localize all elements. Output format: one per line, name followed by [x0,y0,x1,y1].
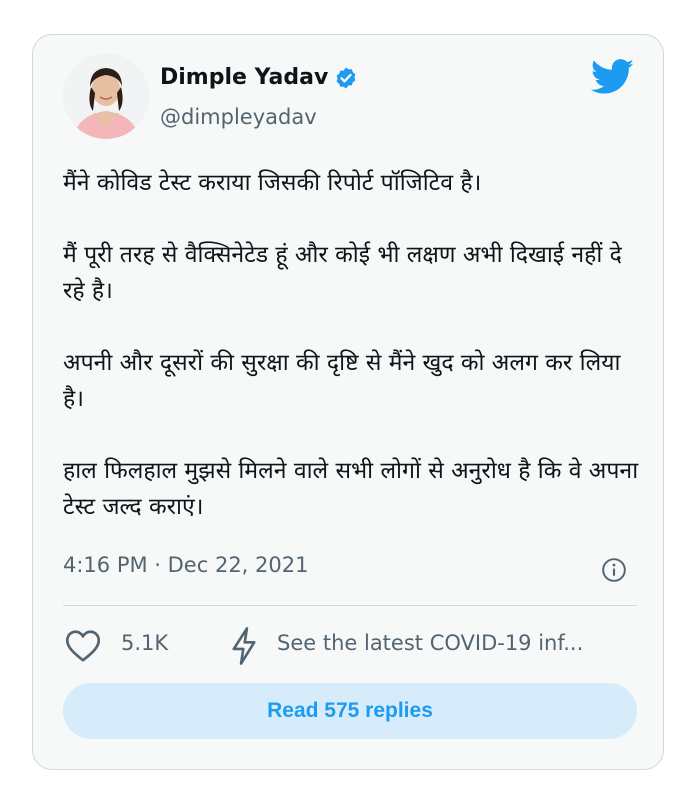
read-replies-button[interactable]: Read 575 replies [63,683,637,739]
info-icon[interactable] [601,557,627,583]
lightning-bolt-icon[interactable] [229,627,259,665]
tweet-paragraph: हाल फिलहाल मुझसे मिलने वाले सभी लोगों से… [63,458,639,520]
tweet-actions: 5.1K See the latest COVID-19 inf... [63,623,643,667]
author-handle[interactable]: @dimpleyadav [160,105,317,129]
covid-info-link[interactable]: See the latest COVID-19 inf... [277,631,631,655]
divider [63,605,637,606]
avatar[interactable] [63,53,149,139]
avatar-image [63,53,149,139]
tweet-paragraph: मैंने कोविड टेस्ट कराया जिसकी रिपोर्ट पॉ… [63,170,482,196]
tweet-card[interactable]: Dimple Yadav @dimpleyadav मैंने कोविड टे… [32,34,664,770]
author-name[interactable]: Dimple Yadav [160,65,328,90]
author-name-row[interactable]: Dimple Yadav [160,65,358,90]
tweet-paragraph: मैं पूरी तरह से वैक्सिनेटेड हूं और कोई भ… [63,242,622,304]
heart-icon[interactable] [65,629,101,663]
like-count[interactable]: 5.1K [121,631,168,655]
tweet-paragraph: अपनी और दूसरों की सुरक्षा की दृष्टि से म… [63,350,621,412]
verified-badge-icon [336,67,356,88]
twitter-bird-icon[interactable] [591,59,635,95]
tweet-text: मैंने कोविड टेस्ट कराया जिसकी रिपोर्ट पॉ… [63,165,643,561]
tweet-timestamp[interactable]: 4:16 PM · Dec 22, 2021 [63,553,308,577]
